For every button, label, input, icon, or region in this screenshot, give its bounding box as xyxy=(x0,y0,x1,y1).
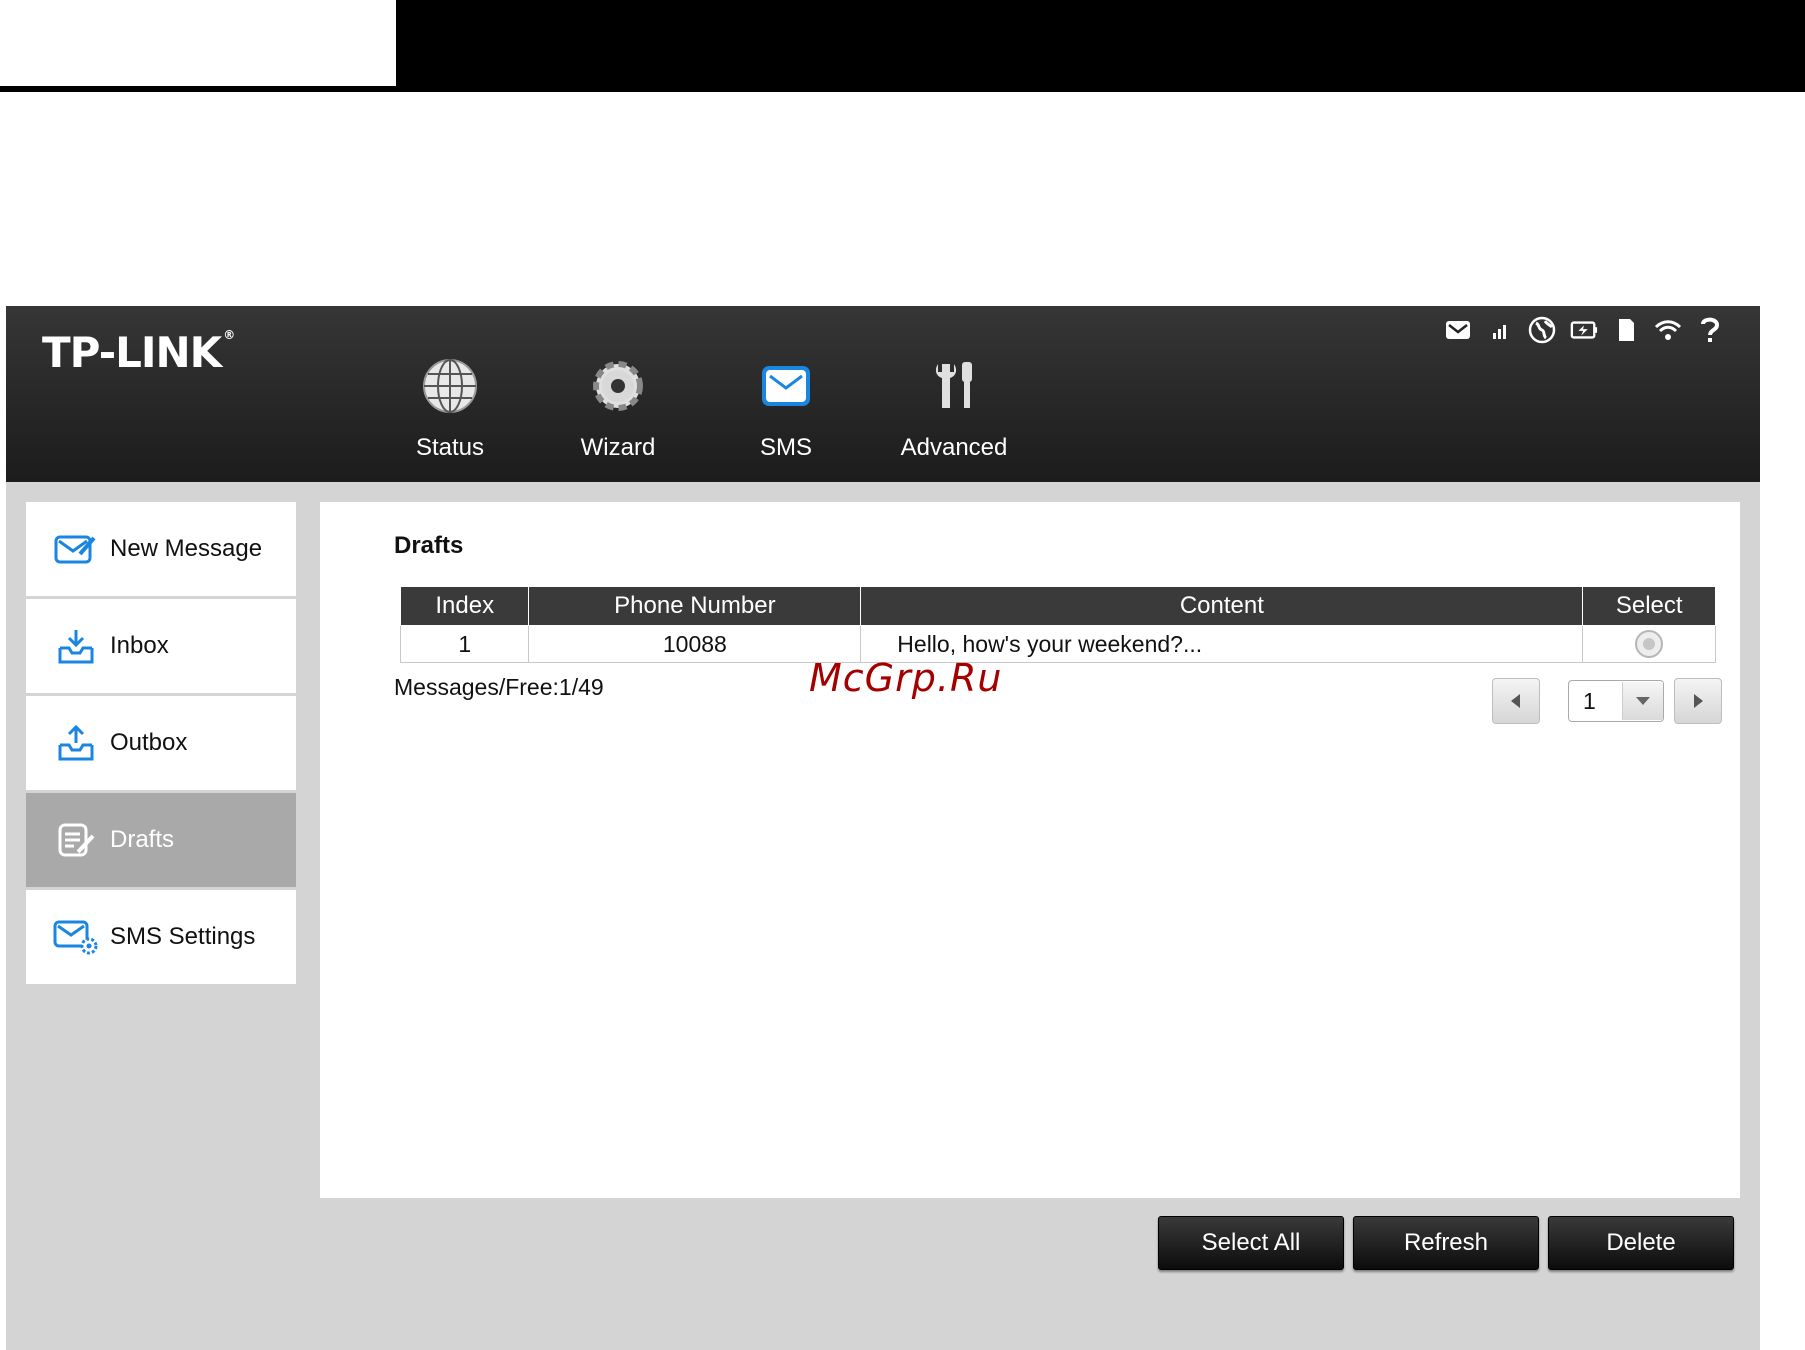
column-header-phone-number: Phone Number xyxy=(528,586,862,626)
cell-index: 1 xyxy=(399,625,530,663)
nav-advanced-label: Advanced xyxy=(900,434,1008,461)
sidebar-item-label: SMS Settings xyxy=(110,923,256,950)
envelope-icon xyxy=(754,354,818,418)
chevron-left-icon xyxy=(1511,694,1520,708)
next-page-button[interactable] xyxy=(1674,678,1722,724)
sidebar-item-label: Outbox xyxy=(110,729,188,756)
nav-wizard[interactable]: Wizard xyxy=(534,354,702,474)
sidebar-item-label: Inbox xyxy=(110,632,169,659)
previous-page-button[interactable] xyxy=(1492,678,1540,724)
page-top-band xyxy=(0,0,1805,92)
sms-sidebar: New Message Inbox Outbox Drafts SMS Sett… xyxy=(26,502,296,987)
nav-sms[interactable]: SMS xyxy=(702,354,870,474)
sidebar-item-sms-settings[interactable]: SMS Settings xyxy=(26,890,296,984)
status-bar xyxy=(1444,316,1724,344)
sidebar-item-inbox[interactable]: Inbox xyxy=(26,599,296,693)
sms-icon[interactable] xyxy=(1444,316,1472,344)
drafts-icon xyxy=(52,818,100,862)
drafts-panel: Drafts Index Phone Number Content Select… xyxy=(320,502,1740,1198)
sidebar-item-new-message[interactable]: New Message xyxy=(26,502,296,596)
delete-button[interactable]: Delete xyxy=(1548,1216,1734,1270)
internet-icon xyxy=(1528,316,1556,344)
select-radio[interactable] xyxy=(1635,630,1664,659)
sidebar-item-drafts[interactable]: Drafts xyxy=(26,793,296,887)
wifi-icon xyxy=(1654,316,1682,344)
messages-free-count: Messages/Free:1/49 xyxy=(394,674,604,700)
sidebar-item-label: Drafts xyxy=(110,826,175,853)
table-row[interactable]: 1 10088 Hello, how's your weekend?... xyxy=(399,625,1716,663)
refresh-button[interactable]: Refresh xyxy=(1353,1216,1539,1270)
inbox-icon xyxy=(52,624,100,668)
page-select[interactable]: 1 xyxy=(1568,680,1664,722)
sd-card-icon xyxy=(1612,316,1640,344)
select-all-button[interactable]: Select All xyxy=(1158,1216,1344,1270)
page-top-white-tab xyxy=(0,0,396,86)
main-nav: Status Wizard SMS Advanced xyxy=(366,354,1038,474)
sidebar-item-label: New Message xyxy=(110,535,263,562)
cell-select xyxy=(1582,625,1716,663)
help-icon[interactable] xyxy=(1696,316,1724,344)
signal-icon xyxy=(1486,316,1514,344)
column-header-content: Content xyxy=(860,586,1584,626)
outbox-icon xyxy=(52,721,100,765)
router-web-ui: TP-LINK ® Status Wizard SMS Advanced New… xyxy=(6,306,1760,1350)
chevron-right-icon xyxy=(1694,694,1703,708)
drafts-table: Index Phone Number Content Select 1 1008… xyxy=(399,586,1716,663)
column-header-select: Select xyxy=(1582,586,1716,626)
chevron-down-icon[interactable] xyxy=(1622,682,1663,720)
globe-icon xyxy=(418,354,482,418)
nav-sms-label: SMS xyxy=(759,434,812,461)
page-title: Drafts xyxy=(394,532,464,559)
battery-icon xyxy=(1570,316,1598,344)
new-message-icon xyxy=(52,527,100,571)
nav-advanced[interactable]: Advanced xyxy=(870,354,1038,474)
gear-icon xyxy=(586,354,650,418)
column-header-index: Index xyxy=(399,586,530,626)
sms-settings-icon xyxy=(52,915,100,959)
watermark-text: McGrp.Ru xyxy=(809,656,1003,700)
tools-icon xyxy=(922,354,986,418)
tp-link-logo: TP-LINK ® xyxy=(42,328,235,377)
table-header-row: Index Phone Number Content Select xyxy=(399,586,1716,626)
header: TP-LINK ® Status Wizard SMS Advanced xyxy=(6,306,1760,482)
nav-wizard-label: Wizard xyxy=(580,434,656,461)
nav-status-label: Status xyxy=(415,434,485,461)
page-select-value: 1 xyxy=(1583,687,1596,714)
sidebar-item-outbox[interactable]: Outbox xyxy=(26,696,296,790)
nav-status[interactable]: Status xyxy=(366,354,534,474)
